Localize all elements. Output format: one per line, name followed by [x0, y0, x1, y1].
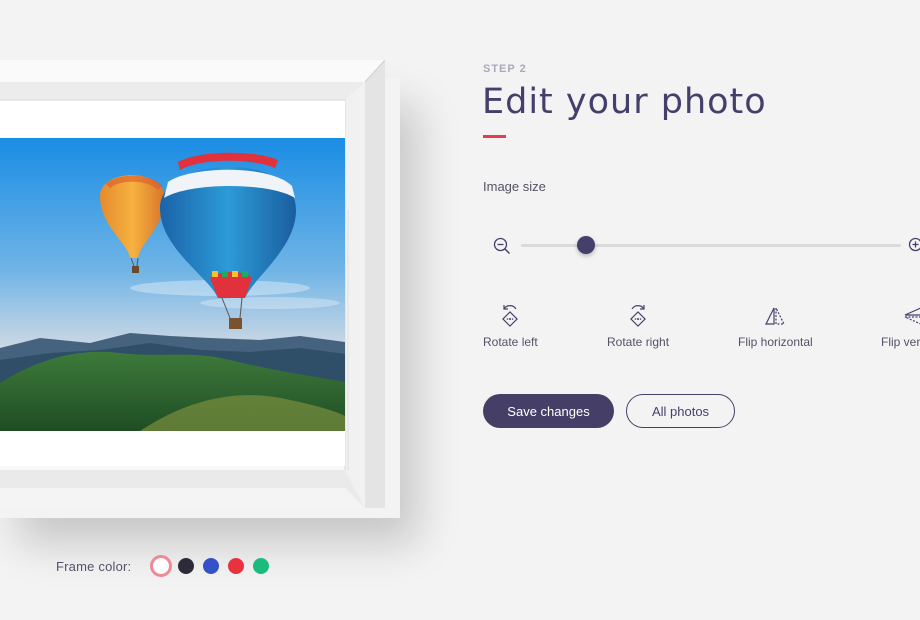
flip-vertical-icon	[904, 307, 920, 325]
image-size-label: Image size	[483, 179, 546, 194]
photo-preview	[0, 138, 345, 431]
flip-horizontal-label: Flip horizontal	[738, 335, 813, 349]
title-accent-line	[483, 135, 506, 138]
save-changes-button[interactable]: Save changes	[483, 394, 614, 428]
swatch-white[interactable]	[150, 555, 173, 577]
rotate-right-icon	[630, 305, 646, 327]
frame-color-label: Frame color:	[56, 558, 132, 574]
rotate-left-label: Rotate left	[483, 335, 538, 349]
rotate-left-button[interactable]: Rotate left	[483, 303, 538, 349]
flip-horizontal-icon	[765, 307, 786, 325]
slider-thumb[interactable]	[576, 236, 595, 254]
step-indicator: STEP 2	[483, 63, 527, 75]
swatch-blue[interactable]	[203, 558, 220, 574]
rotate-right-label: Rotate right	[607, 335, 670, 349]
all-photos-button[interactable]: All photos	[626, 394, 735, 428]
flip-horizontal-button[interactable]: Flip horizontal	[738, 303, 813, 349]
frame-preview: Frame color:	[0, 0, 440, 577]
swatch-green[interactable]	[253, 558, 270, 574]
zoom-out-icon[interactable]	[493, 237, 511, 255]
swatch-red[interactable]	[228, 558, 245, 574]
flip-vertical-label: Flip vertical	[881, 335, 920, 349]
flip-vertical-button[interactable]: Flip vertical	[881, 303, 920, 349]
image-size-slider[interactable]	[521, 236, 901, 254]
zoom-in-icon[interactable]	[908, 237, 920, 255]
page-title: Edit your photo	[482, 82, 767, 122]
rotate-right-button[interactable]: Rotate right	[607, 303, 669, 349]
rotate-left-icon	[502, 305, 519, 327]
frame-color-picker: Frame color:	[56, 555, 278, 577]
swatch-dark[interactable]	[178, 558, 195, 574]
